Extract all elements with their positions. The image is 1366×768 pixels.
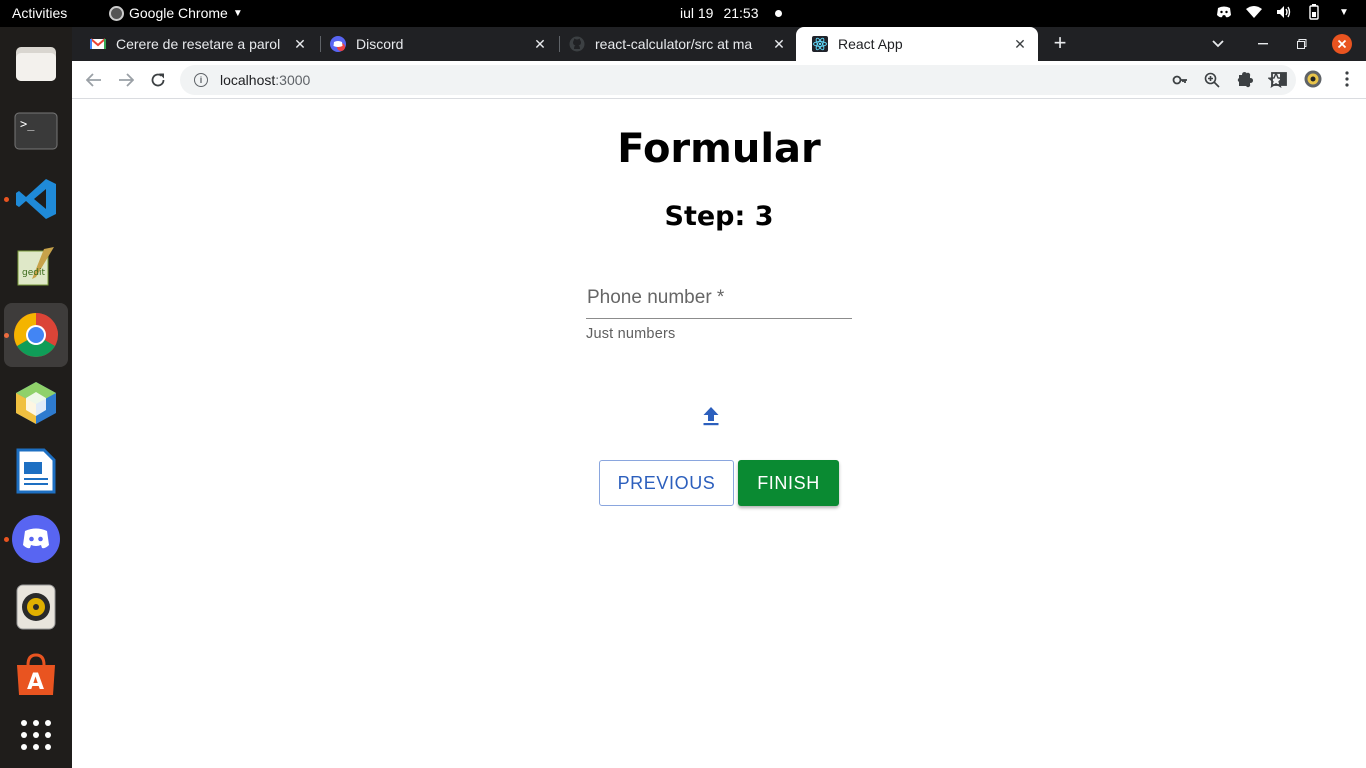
files-icon bbox=[16, 47, 56, 81]
show-apps-icon bbox=[21, 720, 51, 750]
upload-icon bbox=[703, 406, 719, 425]
github-icon bbox=[569, 36, 585, 52]
tab-title: Discord bbox=[356, 36, 404, 52]
forward-button[interactable] bbox=[116, 70, 136, 90]
discord-icon bbox=[12, 515, 60, 563]
arrow-right-icon bbox=[119, 73, 134, 87]
page-title: Formular bbox=[617, 126, 821, 172]
url-port: :3000 bbox=[275, 72, 311, 88]
caret-down-icon: ▼ bbox=[232, 7, 243, 19]
key-icon[interactable] bbox=[1172, 72, 1188, 91]
rhythmbox-icon bbox=[16, 584, 56, 630]
netbeans-icon bbox=[16, 382, 56, 424]
app-center-icon: A bbox=[17, 653, 55, 695]
restore-button[interactable] bbox=[1297, 27, 1307, 61]
previous-button[interactable]: PREVIOUS bbox=[599, 460, 734, 506]
tab-github[interactable]: react-calculator/src at ma ✕ bbox=[553, 27, 797, 61]
discord-tray-icon[interactable] bbox=[1216, 4, 1232, 20]
step-indicator: Step: 3 bbox=[664, 201, 774, 232]
app-menu[interactable]: Google Chrome ▼ bbox=[109, 5, 243, 21]
arrow-left-icon bbox=[86, 73, 101, 87]
text-editor-icon: gedit bbox=[17, 247, 54, 286]
dock-discord[interactable] bbox=[4, 507, 68, 571]
kebab-menu-icon[interactable] bbox=[1338, 70, 1356, 93]
dock-writer[interactable] bbox=[4, 439, 68, 503]
profile-avatar[interactable] bbox=[1304, 70, 1322, 93]
tab-title: Cerere de resetare a parol bbox=[116, 36, 281, 52]
back-button[interactable] bbox=[84, 70, 104, 90]
dock-chrome[interactable] bbox=[4, 303, 68, 367]
system-tray[interactable]: ▼ bbox=[1216, 4, 1352, 20]
site-info-icon[interactable]: i bbox=[194, 73, 208, 87]
close-icon[interactable]: ✕ bbox=[771, 36, 787, 53]
tab-gmail[interactable]: Cerere de resetare a parol ✕ bbox=[74, 27, 318, 61]
activities-button[interactable]: Activities bbox=[12, 5, 67, 21]
minimize-icon bbox=[1258, 43, 1268, 45]
tab-discord[interactable]: Discord ✕ bbox=[314, 27, 558, 61]
svg-text:A: A bbox=[27, 670, 44, 695]
chrome-icon bbox=[14, 313, 58, 357]
close-icon[interactable]: ✕ bbox=[1012, 36, 1028, 53]
browser-toolbar: i localhost :3000 bbox=[72, 61, 1366, 99]
dock-netbeans[interactable] bbox=[4, 371, 68, 435]
writer-icon bbox=[16, 448, 56, 494]
caret-down-icon[interactable]: ▼ bbox=[1336, 4, 1352, 20]
url-host: localhost bbox=[220, 72, 276, 88]
phone-number-field[interactable]: Phone number * bbox=[586, 283, 852, 319]
close-icon bbox=[1332, 34, 1352, 54]
restore-icon bbox=[1297, 39, 1307, 49]
clock[interactable]: iul 19 21:53 bbox=[680, 5, 782, 21]
discord-icon bbox=[330, 36, 346, 52]
tab-strip: Cerere de resetare a parol ✕ Discord ✕ r… bbox=[72, 27, 1366, 61]
zoom-icon[interactable] bbox=[1204, 72, 1220, 91]
system-top-bar: Activities Google Chrome ▼ iul 19 21:53 … bbox=[0, 0, 1366, 27]
minimize-button[interactable] bbox=[1258, 27, 1268, 61]
battery-icon[interactable] bbox=[1306, 4, 1322, 20]
finish-button[interactable]: FINISH bbox=[738, 460, 839, 506]
reload-button[interactable] bbox=[148, 70, 168, 90]
dock-rhythmbox[interactable] bbox=[4, 575, 68, 639]
app-menu-label: Google Chrome bbox=[129, 5, 228, 21]
dock-app-center[interactable]: A bbox=[4, 643, 68, 707]
dock-text-editor[interactable]: gedit bbox=[4, 235, 68, 299]
gmail-icon bbox=[90, 36, 106, 52]
dock-show-apps[interactable] bbox=[4, 703, 68, 767]
phone-number-label: Phone number * bbox=[587, 287, 725, 308]
svg-text:>_: >_ bbox=[20, 117, 35, 131]
dock: >_ gedit A bbox=[0, 27, 72, 768]
phone-helper-text: Just numbers bbox=[586, 326, 676, 342]
svg-text:gedit: gedit bbox=[22, 268, 45, 278]
close-icon[interactable]: ✕ bbox=[292, 36, 308, 53]
dock-terminal[interactable]: >_ bbox=[4, 99, 68, 163]
volume-icon[interactable] bbox=[1276, 4, 1292, 20]
tab-react-app[interactable]: React App ✕ bbox=[796, 27, 1038, 61]
notification-dot-icon bbox=[774, 9, 782, 17]
reload-icon bbox=[151, 73, 165, 87]
new-tab-button[interactable]: + bbox=[1049, 32, 1071, 55]
tab-title: React App bbox=[838, 36, 903, 52]
vscode-icon bbox=[16, 179, 56, 219]
close-icon[interactable]: ✕ bbox=[532, 36, 548, 53]
extensions-icon[interactable] bbox=[1236, 70, 1254, 93]
tab-search-button[interactable] bbox=[1212, 27, 1224, 61]
dock-vscode[interactable] bbox=[4, 167, 68, 231]
close-window-button[interactable] bbox=[1332, 27, 1352, 61]
chevron-down-icon bbox=[1212, 40, 1224, 48]
side-panel-icon[interactable] bbox=[1270, 70, 1288, 93]
terminal-icon: >_ bbox=[14, 112, 58, 150]
clock-date: iul 19 bbox=[680, 5, 714, 21]
wifi-icon[interactable] bbox=[1246, 4, 1262, 20]
dock-files[interactable] bbox=[4, 31, 68, 95]
react-icon bbox=[812, 36, 828, 52]
clock-time: 21:53 bbox=[723, 5, 759, 21]
page-content: Formular Step: 3 Phone number * Just num… bbox=[72, 100, 1366, 768]
chrome-app-icon bbox=[109, 5, 124, 21]
upload-button[interactable] bbox=[700, 405, 722, 427]
address-bar[interactable]: i localhost :3000 bbox=[180, 65, 1296, 95]
tab-title: react-calculator/src at ma bbox=[595, 36, 753, 52]
